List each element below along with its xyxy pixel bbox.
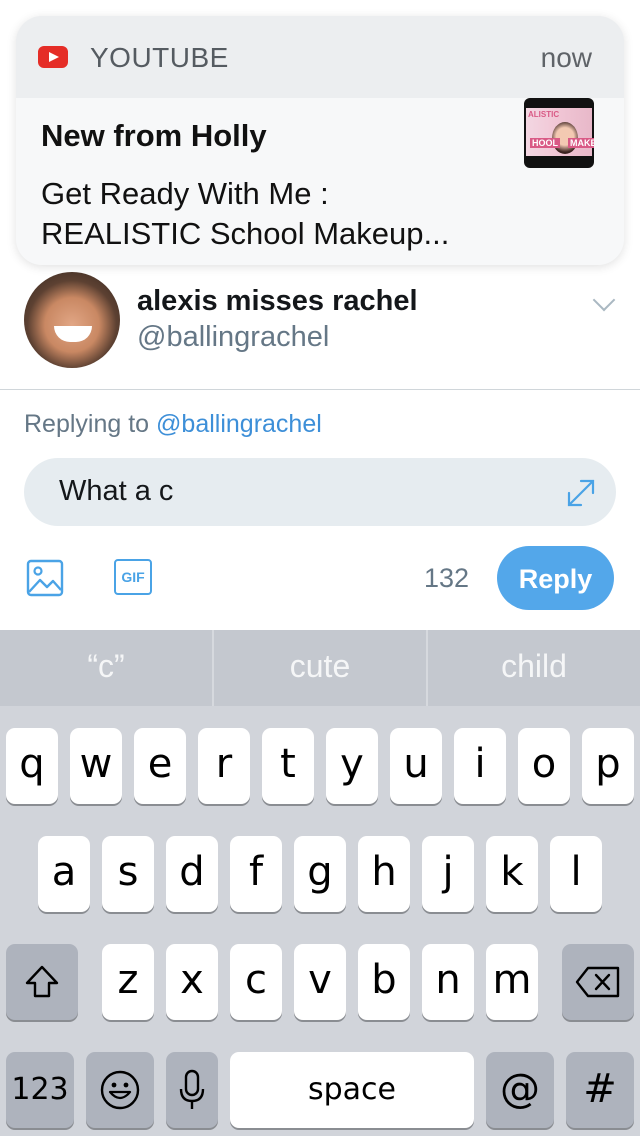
at-key[interactable]: @ [486, 1052, 554, 1128]
hash-key[interactable]: # [566, 1052, 634, 1128]
key-q[interactable]: q [6, 728, 58, 804]
key-s[interactable]: s [102, 836, 154, 912]
key-d[interactable]: d [166, 836, 218, 912]
suggestion-3[interactable]: child [428, 630, 640, 706]
notification-header: YOUTUBE now [16, 16, 624, 98]
key-j[interactable]: j [422, 836, 474, 912]
avatar[interactable] [24, 272, 120, 368]
thumbnail-label-left: HOOL [530, 138, 560, 148]
notification-line-1: Get Ready With Me : [41, 176, 329, 211]
expand-icon[interactable] [564, 476, 598, 510]
dictation-key[interactable] [166, 1052, 218, 1128]
key-n[interactable]: n [422, 944, 474, 1020]
key-u[interactable]: u [390, 728, 442, 804]
key-e[interactable]: e [134, 728, 186, 804]
divider [0, 389, 640, 390]
key-x[interactable]: x [166, 944, 218, 1020]
suggestion-2[interactable]: cute [214, 630, 426, 706]
key-o[interactable]: o [518, 728, 570, 804]
key-i[interactable]: i [454, 728, 506, 804]
user-handle: @ballingrachel [137, 321, 330, 353]
thumbnail-label-right: MAKE [568, 138, 594, 148]
key-k[interactable]: k [486, 836, 538, 912]
key-b[interactable]: b [358, 944, 410, 1020]
reply-compose-field[interactable]: What a c [24, 458, 616, 526]
suggestion-1[interactable]: “c” [0, 630, 212, 706]
gif-icon[interactable]: GIF [114, 559, 152, 595]
key-f[interactable]: f [230, 836, 282, 912]
notification-time: now [540, 42, 592, 73]
key-g[interactable]: g [294, 836, 346, 912]
image-icon[interactable] [26, 559, 64, 597]
chevron-down-icon[interactable] [592, 288, 616, 312]
key-c[interactable]: c [230, 944, 282, 1020]
character-count: 132 [424, 563, 470, 593]
notification-thumbnail: ALISTIC HOOL MAKE [524, 98, 594, 168]
replying-prefix: Replying to [24, 410, 150, 438]
key-v[interactable]: v [294, 944, 346, 1020]
notification-banner[interactable]: YOUTUBE now New from Holly Get Ready Wit… [16, 16, 624, 265]
key-y[interactable]: y [326, 728, 378, 804]
emoji-icon [100, 1070, 140, 1110]
key-h[interactable]: h [358, 836, 410, 912]
replying-handle-link[interactable]: @ballingrachel [156, 410, 322, 438]
key-l[interactable]: l [550, 836, 602, 912]
compose-text[interactable]: What a c [59, 475, 173, 508]
shift-key[interactable] [6, 944, 78, 1020]
numbers-key[interactable]: 123 [6, 1052, 74, 1128]
suggestion-bar: “c” cute child [0, 630, 640, 706]
backspace-icon [575, 966, 620, 998]
notification-line-2: REALISTIC School Makeup... [41, 216, 450, 251]
key-z[interactable]: z [102, 944, 154, 1020]
microphone-icon [179, 1069, 205, 1109]
key-t[interactable]: t [262, 728, 314, 804]
shift-arrow-icon [25, 965, 59, 998]
thumbnail-label-top: ALISTIC [528, 110, 560, 119]
space-key[interactable]: space [230, 1052, 474, 1128]
delete-key[interactable] [562, 944, 634, 1020]
key-r[interactable]: r [198, 728, 250, 804]
replying-to: Replying to @ballingrachel [24, 410, 322, 439]
key-w[interactable]: w [70, 728, 122, 804]
key-m[interactable]: m [486, 944, 538, 1020]
reply-button[interactable]: Reply [497, 546, 614, 610]
emoji-key[interactable] [86, 1052, 154, 1128]
display-name: alexis misses rachel [137, 285, 418, 317]
notification-app-name: YOUTUBE [90, 42, 229, 73]
key-a[interactable]: a [38, 836, 90, 912]
key-p[interactable]: p [582, 728, 634, 804]
notification-title: New from Holly [41, 118, 267, 153]
youtube-logo-icon [38, 46, 68, 68]
